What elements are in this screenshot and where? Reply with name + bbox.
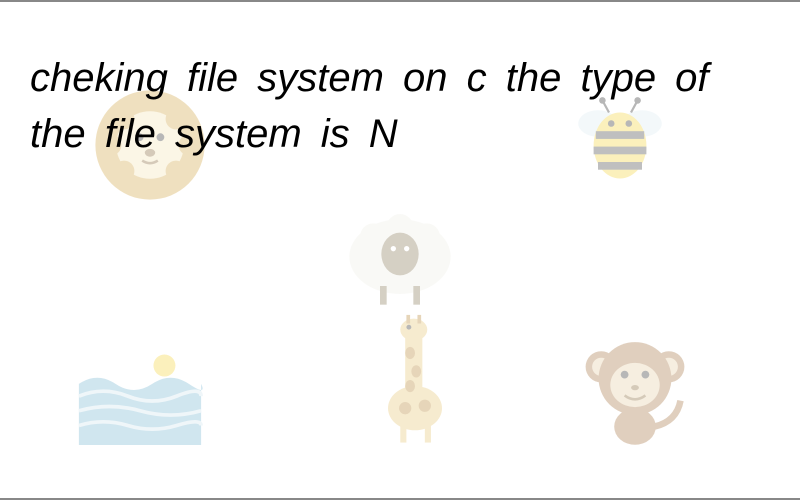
- question-text: cheking file system on c the type of the…: [30, 50, 770, 162]
- monkey-decoration: [570, 320, 700, 450]
- sea-decoration: [75, 335, 205, 445]
- giraffe-decoration: [360, 310, 470, 445]
- content-area: cheking file system on c the type of the…: [0, 0, 800, 500]
- top-border: [0, 0, 800, 2]
- sheep-decoration: [330, 190, 470, 310]
